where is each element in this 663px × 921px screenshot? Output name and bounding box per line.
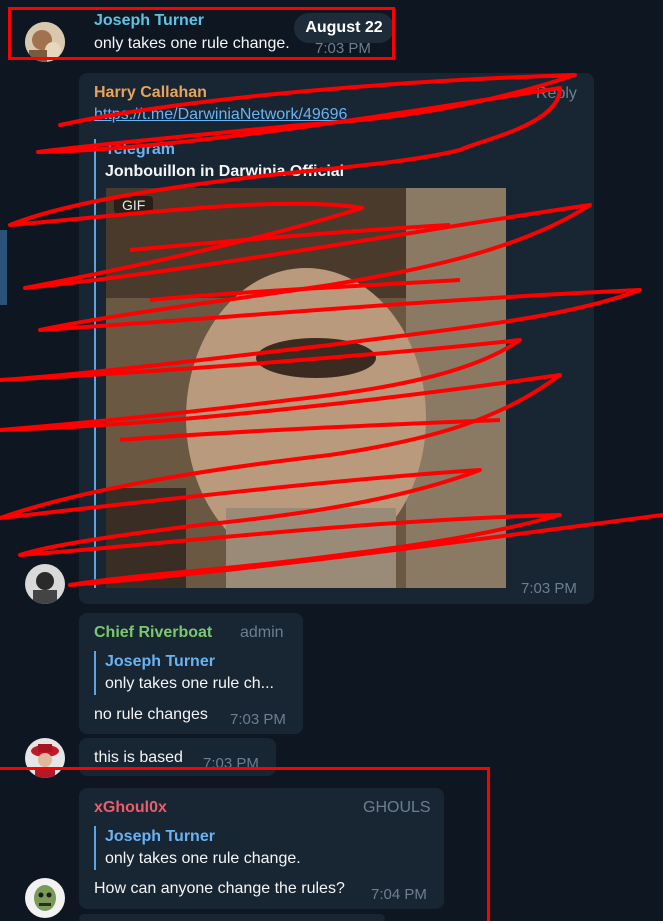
message-text: no rule changes (94, 706, 208, 723)
gif-media[interactable] (106, 188, 506, 588)
preview-site-name: Telegram (105, 141, 175, 158)
reply-quote[interactable]: Joseph Turner only takes one rule ch... (94, 651, 274, 695)
annotation-box (8, 7, 395, 60)
message-time: 7:03 PM (230, 711, 286, 728)
admin-tag: admin (240, 624, 284, 641)
quote-sender: Joseph Turner (105, 653, 215, 670)
preview-title: Jonbouillon in Darwinia Official (105, 163, 345, 180)
avatar-harry[interactable] (25, 564, 65, 604)
message-text: this is based (94, 749, 183, 766)
reply-button[interactable]: Reply (536, 85, 577, 103)
message-time: 7:03 PM (521, 580, 577, 597)
annotation-box (0, 767, 490, 921)
sender-name[interactable]: Harry Callahan (94, 84, 207, 102)
scroll-indicator[interactable] (0, 230, 7, 305)
gif-badge: GIF (114, 196, 154, 214)
message-link[interactable]: https://t.me/DarwiniaNetwork/49696 (94, 106, 347, 124)
quote-text: only takes one rule ch... (105, 675, 274, 692)
sender-name[interactable]: Chief Riverboat (94, 624, 212, 642)
